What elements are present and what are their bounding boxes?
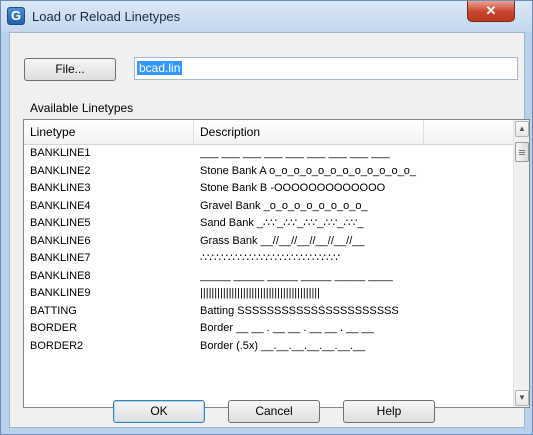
thumb-grip-line: [519, 154, 525, 155]
scroll-thumb[interactable]: [515, 142, 529, 162]
linetype-name: BANKLINE6: [30, 234, 91, 247]
linetype-description: Sand Bank _∴∵_∴∵_∴∵_∴∵_∴∵_: [200, 217, 364, 229]
linetype-description: Stone Bank B -OOOOOOOOOOOOO: [200, 182, 386, 194]
linetype-name: BORDER: [30, 322, 78, 334]
linetype-name: BANKLINE9: [30, 287, 91, 299]
table-row[interactable]: BANKLINE1 ___ ___ ___ ___ ___ ___ ___ ___…: [24, 145, 513, 163]
list-rows: BANKLINE1 ___ ___ ___ ___ ___ ___ ___ ___…: [24, 145, 513, 355]
thumb-grip-line: [519, 150, 525, 151]
list-header: Linetype Description: [24, 120, 513, 145]
linetype-description: Border (.5x) __.__.__.__.__.__.__: [200, 339, 366, 352]
linetype-name: BANKLINE8: [30, 269, 91, 282]
chevron-down-icon: ▼: [518, 393, 526, 402]
linetype-description: Stone Bank A o_o_o_o_o_o_o_o_o_o_o_o_: [200, 164, 416, 177]
table-row[interactable]: BANKLINE8 _____ _____ _____ _____ _____ _…: [24, 268, 513, 286]
title-bar[interactable]: G Load or Reload Linetypes ✕: [1, 1, 532, 32]
linetype-name: BANKLINE7: [30, 252, 91, 264]
table-row[interactable]: BANKLINE4 Gravel Bank _o_o_o_o_o_o_o_o_: [24, 198, 513, 216]
table-row[interactable]: BATTING Batting SSSSSSSSSSSSSSSSSSSSSS: [24, 303, 513, 321]
linetype-description: ___ ___ ___ ___ ___ ___ ___ ___ ___: [200, 147, 390, 159]
column-header-empty[interactable]: [424, 120, 513, 144]
load-linetypes-dialog: G Load or Reload Linetypes ✕ File... bca…: [0, 0, 533, 435]
linetype-name: BANKLINE3: [30, 182, 91, 194]
vertical-scrollbar[interactable]: ▲ ▼: [513, 120, 529, 407]
cancel-button[interactable]: Cancel: [228, 400, 320, 423]
linetype-description: Grass Bank __//__//__//__//__//__: [200, 234, 365, 247]
linetype-name: BATTING: [30, 304, 77, 317]
linetype-description: ||||||||||||||||||||||||||||||||||||||||…: [200, 287, 321, 299]
linetype-name: BANKLINE5: [30, 217, 91, 229]
linetype-description: _____ _____ _____ _____ _____ ____: [200, 269, 393, 282]
linetype-description: Gravel Bank _o_o_o_o_o_o_o_o_: [200, 199, 368, 212]
table-row[interactable]: BANKLINE5 Sand Bank _∴∵_∴∵_∴∵_∴∵_∴∵_: [24, 215, 513, 233]
linetype-name: BANKLINE1: [30, 147, 91, 159]
table-row[interactable]: BANKLINE2 Stone Bank A o_o_o_o_o_o_o_o_o_…: [24, 163, 513, 181]
linetype-name: BORDER2: [30, 339, 84, 352]
linetype-description: Border __ __ . __ __ . __ __ . __ __: [200, 322, 374, 334]
linetype-description: ∴∵∴∵∴∵∴∵∴∵∴∵∴∵∴∵∴∵∴∵: [200, 252, 340, 264]
window-title: Load or Reload Linetypes: [32, 9, 181, 24]
ok-button[interactable]: OK: [113, 400, 205, 423]
available-linetypes-label: Available Linetypes: [30, 101, 134, 115]
file-name-input[interactable]: bcad.lin: [134, 57, 518, 80]
dialog-body: File... bcad.lin Available Linetypes Lin…: [9, 32, 530, 428]
close-button[interactable]: ✕: [467, 1, 515, 22]
thumb-grip-line: [519, 152, 525, 153]
linetype-description: Batting SSSSSSSSSSSSSSSSSSSSSS: [200, 304, 399, 317]
column-header-linetype[interactable]: Linetype: [24, 120, 194, 144]
file-name-value: bcad.lin: [137, 61, 183, 75]
table-row[interactable]: BORDER2 Border (.5x) __.__.__.__.__.__.__: [24, 338, 513, 356]
app-icon: G: [7, 7, 25, 25]
scroll-up-button[interactable]: ▲: [515, 121, 529, 137]
table-row[interactable]: BANKLINE9 |||||||||||||||||||||||||||||||…: [24, 285, 513, 303]
file-button[interactable]: File...: [24, 58, 116, 81]
scroll-down-button[interactable]: ▼: [515, 390, 529, 406]
table-row[interactable]: BORDER Border __ __ . __ __ . __ __ . __ …: [24, 320, 513, 338]
linetype-list[interactable]: Linetype Description BANKLINE1 ___ ___ __…: [23, 119, 530, 408]
column-header-description[interactable]: Description: [194, 120, 424, 144]
linetype-name: BANKLINE4: [30, 199, 91, 212]
close-icon: ✕: [485, 3, 497, 18]
table-row[interactable]: BANKLINE6 Grass Bank __//__//__//__//__//…: [24, 233, 513, 251]
chevron-up-icon: ▲: [518, 124, 526, 133]
table-row[interactable]: BANKLINE7 ∴∵∴∵∴∵∴∵∴∵∴∵∴∵∴∵∴∵∴∵: [24, 250, 513, 268]
linetype-name: BANKLINE2: [30, 164, 91, 177]
help-button[interactable]: Help: [343, 400, 435, 423]
table-row[interactable]: BANKLINE3 Stone Bank B -OOOOOOOOOOOOO: [24, 180, 513, 198]
